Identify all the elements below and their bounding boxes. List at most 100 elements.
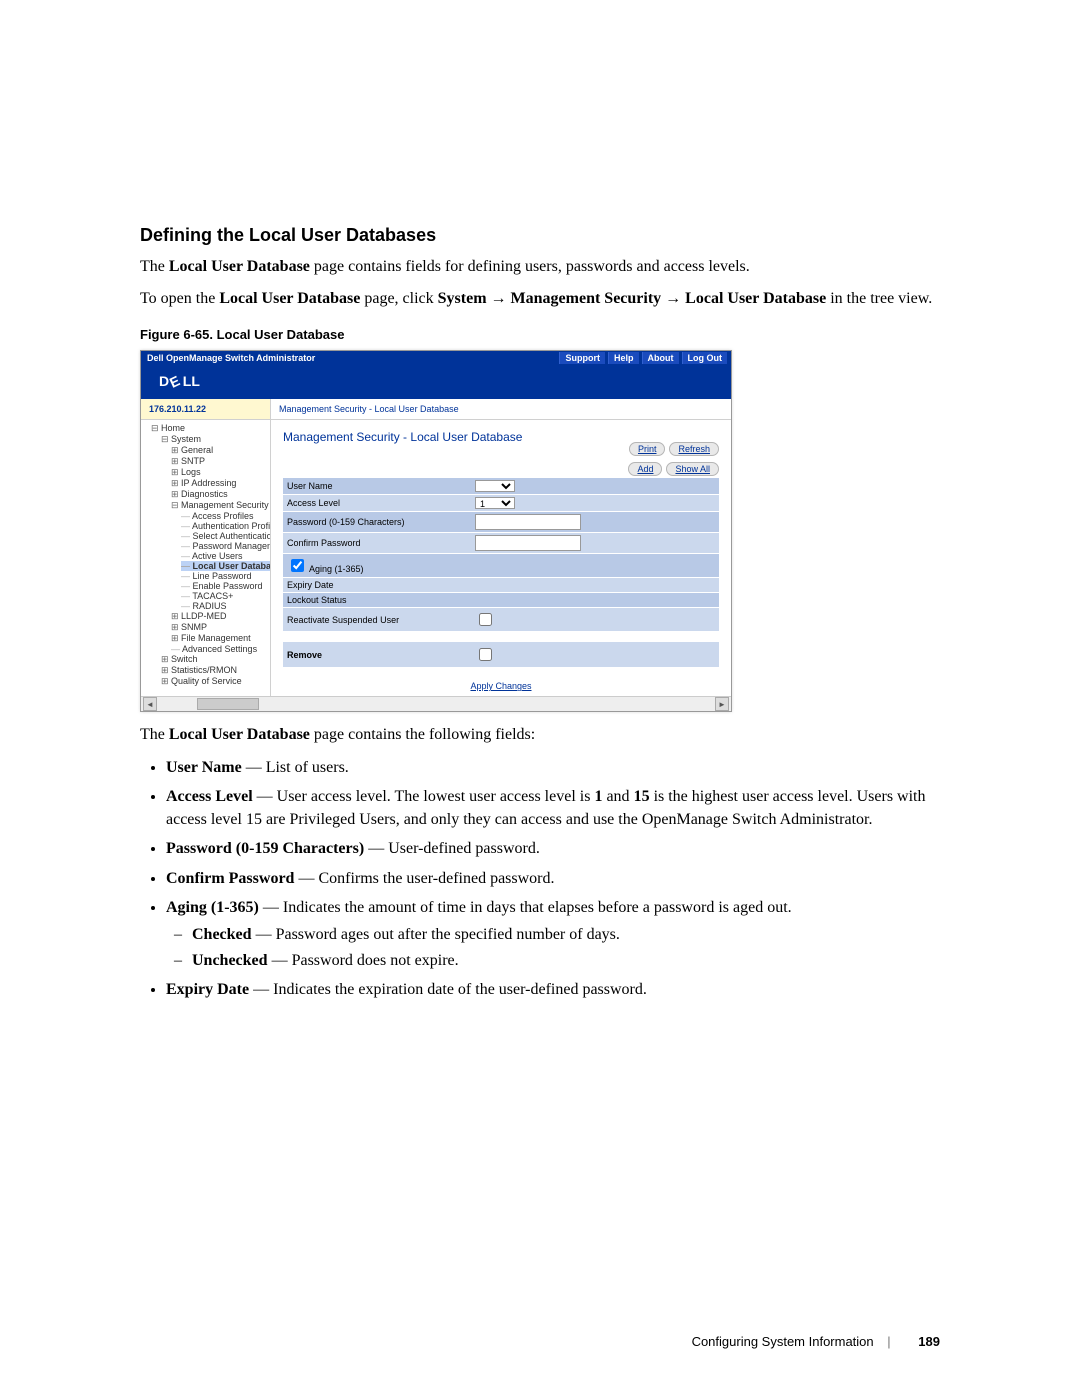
tree-tacacs[interactable]: TACACS+ bbox=[181, 591, 233, 601]
app-title: Dell OpenManage Switch Administrator bbox=[141, 353, 559, 363]
scroll-thumb[interactable] bbox=[197, 698, 259, 710]
footer-section: Configuring System Information bbox=[692, 1334, 874, 1349]
support-link[interactable]: Support bbox=[559, 352, 605, 364]
tree-radius[interactable]: RADIUS bbox=[181, 601, 227, 611]
access-level-select[interactable]: 1 bbox=[475, 497, 515, 509]
about-link[interactable]: About bbox=[642, 352, 679, 364]
device-ip: 176.210.11.22 bbox=[141, 399, 271, 419]
remove-checkbox[interactable] bbox=[479, 648, 492, 661]
label-password: Password (0-159 Characters) bbox=[283, 512, 471, 533]
bullet-text: — Indicates the amount of time in days t… bbox=[259, 899, 792, 916]
tree-select-auth[interactable]: Select Authenticatio bbox=[181, 531, 271, 541]
bullet-bold: 15 bbox=[634, 788, 650, 805]
scroll-right-icon[interactable]: ► bbox=[715, 697, 729, 711]
list-item: Password (0-159 Characters) — User-defin… bbox=[166, 837, 940, 860]
tree-mgmt-security[interactable]: Management Security bbox=[171, 500, 269, 510]
horizontal-scrollbar[interactable]: ◄ ► bbox=[141, 696, 731, 711]
bullet-text: — List of users. bbox=[242, 759, 349, 776]
sub-list-item: Unchecked — Password does not expire. bbox=[192, 949, 940, 972]
scroll-left-icon[interactable]: ◄ bbox=[143, 697, 157, 711]
footer-page-number: 189 bbox=[918, 1334, 940, 1349]
section-heading: Defining the Local User Databases bbox=[140, 225, 940, 246]
tree-line-password[interactable]: Line Password bbox=[181, 571, 252, 581]
password-input[interactable] bbox=[475, 514, 581, 530]
tree-stats-rmon[interactable]: Statistics/RMON bbox=[161, 665, 237, 675]
bullet-text: — Indicates the expiration date of the u… bbox=[249, 981, 647, 998]
username-select[interactable] bbox=[475, 480, 515, 492]
sub-text: — Password does not expire. bbox=[268, 952, 459, 969]
bullet-text: — User access level. The lowest user acc… bbox=[253, 788, 595, 805]
bullet-term: Aging (1-365) bbox=[166, 899, 259, 916]
refresh-button[interactable]: Refresh bbox=[669, 442, 719, 456]
bullet-text: — Confirms the user-defined password. bbox=[294, 870, 554, 887]
label-expiry: Expiry Date bbox=[283, 578, 471, 593]
app-titlebar-links: Support Help About Log Out bbox=[559, 352, 731, 364]
label-reactivate: Reactivate Suspended User bbox=[283, 608, 471, 632]
tree-local-user-db[interactable]: Local User Databa bbox=[181, 561, 271, 571]
tree-pw-mgmt[interactable]: Password Managem bbox=[181, 541, 271, 551]
footer-divider: | bbox=[887, 1334, 890, 1349]
label-confirm: Confirm Password bbox=[283, 533, 471, 554]
text-bold: Management Security bbox=[511, 290, 662, 307]
sub-term: Unchecked bbox=[192, 952, 268, 969]
apply-changes-button[interactable]: Apply Changes bbox=[461, 681, 541, 691]
bullet-term: Password (0-159 Characters) bbox=[166, 840, 364, 857]
intro-paragraph: The Local User Database page contains fi… bbox=[140, 256, 940, 278]
logout-link[interactable]: Log Out bbox=[682, 352, 728, 364]
fields-intro: The Local User Database page contains th… bbox=[140, 724, 940, 746]
confirm-password-input[interactable] bbox=[475, 535, 581, 551]
tree-sntp[interactable]: SNTP bbox=[171, 456, 205, 466]
tree-ip-addressing[interactable]: IP Addressing bbox=[171, 478, 236, 488]
tree-enable-password[interactable]: Enable Password bbox=[181, 581, 263, 591]
aging-checkbox[interactable] bbox=[291, 559, 304, 572]
list-item: Aging (1-365) — Indicates the amount of … bbox=[166, 896, 940, 973]
tree-snmp[interactable]: SNMP bbox=[171, 622, 207, 632]
tree-qos[interactable]: Quality of Service bbox=[161, 676, 242, 686]
tree-access-profiles[interactable]: Access Profiles bbox=[181, 511, 254, 521]
label-username: User Name bbox=[283, 478, 471, 495]
list-item: Expiry Date — Indicates the expiration d… bbox=[166, 978, 940, 1001]
tree-system[interactable]: System bbox=[161, 434, 201, 444]
text: To open the bbox=[140, 290, 219, 307]
bullet-text: — User-defined password. bbox=[364, 840, 540, 857]
tree-active-users[interactable]: Active Users bbox=[181, 551, 243, 561]
tree-home[interactable]: Home bbox=[151, 423, 185, 433]
text-bold: System bbox=[438, 290, 487, 307]
tree-general[interactable]: General bbox=[171, 445, 213, 455]
label-access-level: Access Level bbox=[283, 495, 471, 512]
bullet-term: User Name bbox=[166, 759, 242, 776]
help-link[interactable]: Help bbox=[608, 352, 639, 364]
bullet-term: Expiry Date bbox=[166, 981, 249, 998]
reactivate-checkbox[interactable] bbox=[479, 613, 492, 626]
tree-lldp-med[interactable]: LLDP-MED bbox=[171, 611, 227, 621]
screenshot-window: Dell OpenManage Switch Administrator Sup… bbox=[140, 350, 732, 712]
sub-text: — Password ages out after the specified … bbox=[252, 926, 620, 943]
text: The bbox=[140, 726, 169, 743]
svg-text:LL: LL bbox=[183, 373, 201, 389]
list-item: Access Level — User access level. The lo… bbox=[166, 785, 940, 831]
tree-adv-settings[interactable]: Advanced Settings bbox=[171, 644, 257, 654]
field-bullet-list: User Name — List of users. Access Level … bbox=[166, 756, 940, 1002]
text: page contains the following fields: bbox=[310, 726, 535, 743]
figure-caption: Figure 6-65. Local User Database bbox=[140, 327, 940, 342]
text-bold: Local User Database bbox=[169, 258, 310, 275]
list-item: Confirm Password — Confirms the user-def… bbox=[166, 867, 940, 890]
app-titlebar: Dell OpenManage Switch Administrator Sup… bbox=[141, 351, 731, 365]
breadcrumb: Management Security - Local User Databas… bbox=[271, 399, 731, 419]
showall-button[interactable]: Show All bbox=[666, 462, 719, 476]
tree-diagnostics[interactable]: Diagnostics bbox=[171, 489, 228, 499]
tree-auth-profile[interactable]: Authentication Profil bbox=[181, 521, 271, 531]
add-button[interactable]: Add bbox=[628, 462, 662, 476]
text: → bbox=[487, 290, 511, 307]
list-item: User Name — List of users. bbox=[166, 756, 940, 779]
sub-term: Checked bbox=[192, 926, 252, 943]
text-bold: Local User Database bbox=[685, 290, 826, 307]
label-remove: Remove bbox=[283, 642, 471, 667]
content-pane: Management Security - Local User Databas… bbox=[271, 420, 731, 698]
tree-file-mgmt[interactable]: File Management bbox=[171, 633, 251, 643]
tree-logs[interactable]: Logs bbox=[171, 467, 201, 477]
tree-switch[interactable]: Switch bbox=[161, 654, 198, 664]
text-bold: Local User Database bbox=[169, 726, 310, 743]
print-button[interactable]: Print bbox=[629, 442, 666, 456]
nav-tree[interactable]: Home System General SNTP Logs IP Address… bbox=[141, 420, 271, 698]
